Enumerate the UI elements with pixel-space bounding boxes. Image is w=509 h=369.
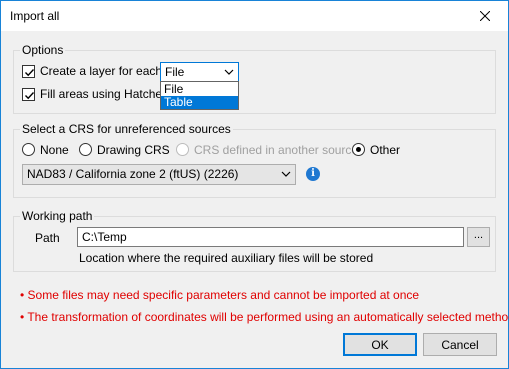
- layer-mode-select[interactable]: File: [160, 62, 239, 82]
- info-icon[interactable]: i: [306, 167, 320, 181]
- options-legend: Options: [20, 43, 66, 57]
- title-bar: Import all: [1, 1, 508, 31]
- layer-mode-dropdown-list: File Table: [160, 81, 239, 110]
- radio-drawing-crs-label: Drawing CRS: [97, 143, 170, 157]
- radio-crs-another-source-label: CRS defined in another source: [194, 143, 359, 157]
- crs-select[interactable]: NAD83 / California zone 2 (ftUS) (2226): [22, 164, 296, 185]
- fill-areas-checkbox[interactable]: [22, 88, 35, 101]
- options-group: [13, 50, 496, 114]
- radio-other[interactable]: [352, 143, 365, 156]
- path-input[interactable]: [77, 227, 464, 247]
- create-layer-checkbox[interactable]: [22, 65, 35, 78]
- window-title: Import all: [10, 9, 60, 23]
- checkmark-icon: [25, 69, 35, 77]
- radio-crs-another-source: [176, 143, 189, 156]
- radio-other-label: Other: [370, 143, 401, 157]
- create-layer-label: Create a layer for each: [40, 64, 163, 78]
- crs-legend: Select a CRS for unreferenced sources: [20, 122, 233, 136]
- layer-mode-value: File: [165, 65, 185, 79]
- cancel-button[interactable]: Cancel: [423, 333, 497, 356]
- path-input-field[interactable]: [78, 228, 463, 246]
- radio-drawing-crs[interactable]: [79, 143, 92, 156]
- close-button[interactable]: [462, 1, 508, 31]
- checkmark-icon: [25, 92, 35, 100]
- browse-button[interactable]: ...: [467, 227, 490, 247]
- import-all-dialog: Import all Options Create a layer for ea…: [0, 0, 509, 369]
- chevron-down-icon: [281, 171, 291, 177]
- chevron-down-icon: [224, 69, 234, 75]
- radio-none-label: None: [40, 143, 69, 157]
- close-icon: [480, 11, 490, 21]
- radio-none[interactable]: [22, 143, 35, 156]
- crs-select-value: NAD83 / California zone 2 (ftUS) (2226): [27, 167, 239, 181]
- path-label: Path: [35, 231, 60, 245]
- dropdown-option-table[interactable]: Table: [161, 96, 238, 109]
- working-path-legend: Working path: [20, 209, 95, 223]
- path-hint: Location where the required auxiliary fi…: [79, 251, 374, 265]
- ok-button[interactable]: OK: [343, 333, 417, 356]
- note-specific-parameters: • Some files may need specific parameter…: [20, 288, 420, 302]
- note-coordinate-transformation: • The transformation of coordinates will…: [20, 310, 509, 324]
- fill-areas-label: Fill areas using Hatches: [40, 87, 169, 101]
- radio-selected-dot: [356, 147, 361, 152]
